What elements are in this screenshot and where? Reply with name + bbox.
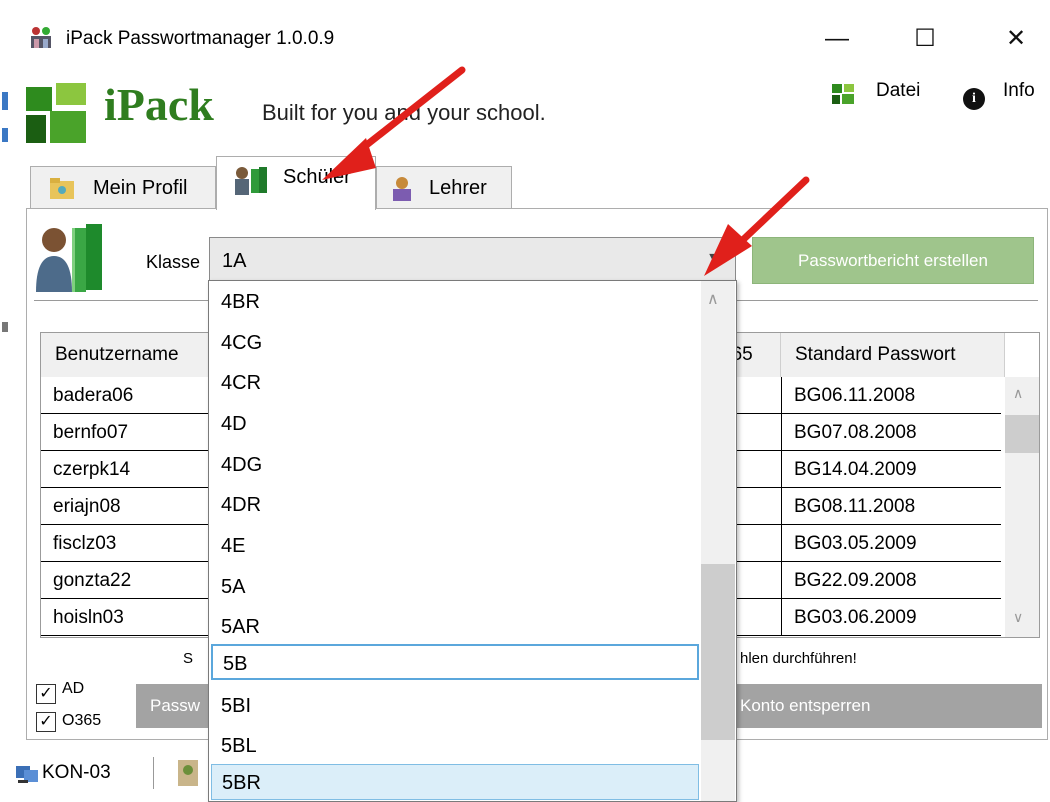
klasse-option[interactable]: 4E bbox=[211, 528, 699, 564]
hint-text-start: S bbox=[183, 650, 194, 667]
menu-datei[interactable]: Datei bbox=[876, 80, 920, 102]
cell-standard-passwort: BG06.11.2008 bbox=[781, 377, 1001, 414]
close-button[interactable]: ✕ bbox=[996, 22, 1036, 56]
ipack-logo-icon bbox=[26, 83, 86, 143]
hint-text-end: hlen durchführen! bbox=[740, 650, 857, 667]
klasse-option-hovered[interactable]: 5BR bbox=[211, 764, 699, 800]
profile-folder-icon bbox=[49, 175, 75, 201]
tab-label: Lehrer bbox=[429, 177, 487, 199]
klasse-option[interactable]: 4CG bbox=[211, 325, 699, 361]
column-header-username[interactable]: Benutzername bbox=[41, 333, 211, 377]
konto-entsperren-button[interactable]: Konto entsperren bbox=[726, 684, 1042, 728]
klasse-selected-value: 1A bbox=[222, 250, 247, 272]
klasse-option[interactable]: 5AR bbox=[211, 609, 699, 645]
passwortbericht-button[interactable]: Passwortbericht erstellen bbox=[752, 237, 1034, 284]
window-title: iPack Passwortmanager 1.0.0.9 bbox=[66, 28, 335, 49]
student-books-icon bbox=[34, 222, 108, 296]
cell-standard-passwort: BG03.06.2009 bbox=[781, 599, 1001, 636]
klasse-option[interactable]: 4BR bbox=[211, 284, 699, 320]
tab-label: Mein Profil bbox=[93, 177, 188, 199]
klasse-dropdown-list[interactable]: 4BR 4CG 4CR 4D 4DG 4DR 4E 5A 5AR 5B 5BI … bbox=[208, 280, 737, 802]
teacher-icon bbox=[389, 175, 415, 201]
status-separator bbox=[153, 757, 154, 789]
checkbox-ad[interactable]: ✓ bbox=[36, 684, 56, 704]
tab-label: Schüler bbox=[283, 166, 351, 188]
column-header-standard-passwort[interactable]: Standard Passwort bbox=[781, 333, 1005, 377]
table-scrollbar[interactable]: ∧ ∨ bbox=[1005, 377, 1039, 637]
students-icon bbox=[233, 165, 267, 195]
klasse-option[interactable]: 4DG bbox=[211, 447, 699, 483]
cell-standard-passwort: BG07.08.2008 bbox=[781, 414, 1001, 451]
scroll-up-icon[interactable]: ∧ bbox=[707, 289, 719, 309]
app-icon bbox=[28, 25, 54, 51]
left-edge-mark bbox=[2, 128, 8, 142]
tab-mein-profil[interactable]: Mein Profil bbox=[30, 166, 216, 209]
left-edge-mark bbox=[2, 92, 8, 110]
left-edge-mark bbox=[2, 322, 8, 332]
tagline: Built for you and your school. bbox=[262, 100, 546, 125]
cell-standard-passwort: BG22.09.2008 bbox=[781, 562, 1001, 599]
brand-name: iPack bbox=[104, 79, 214, 130]
checkbox-o365[interactable]: ✓ bbox=[36, 712, 56, 732]
klasse-option[interactable]: 5BI bbox=[211, 688, 699, 724]
status-hostname: KON-03 bbox=[42, 762, 111, 783]
chevron-down-icon[interactable]: ▼ bbox=[706, 250, 722, 268]
checkbox-o365-label: O365 bbox=[62, 712, 102, 729]
klasse-option[interactable]: 4DR bbox=[211, 487, 699, 523]
klasse-combobox[interactable] bbox=[209, 237, 736, 283]
klasse-label: Klasse bbox=[146, 252, 201, 272]
klasse-option[interactable]: 4CR bbox=[211, 365, 699, 401]
user-status-icon bbox=[176, 758, 200, 788]
menu-info[interactable]: Info bbox=[1003, 80, 1035, 102]
left-edge bbox=[0, 0, 10, 796]
maximize-button[interactable]: ☐ bbox=[905, 22, 945, 56]
cell-standard-passwort: BG08.11.2008 bbox=[781, 488, 1001, 525]
cell-standard-passwort: BG03.05.2009 bbox=[781, 525, 1001, 562]
klasse-option[interactable]: 4D bbox=[211, 406, 699, 442]
network-computer-icon bbox=[14, 760, 40, 786]
scroll-down-icon[interactable]: ∨ bbox=[1013, 609, 1023, 626]
tab-lehrer[interactable]: Lehrer bbox=[376, 166, 512, 209]
scroll-up-icon[interactable]: ∧ bbox=[1013, 385, 1023, 402]
tab-schueler[interactable]: Schüler bbox=[216, 156, 376, 210]
klasse-option-focused[interactable]: 5B bbox=[211, 644, 699, 680]
checkbox-ad-label: AD bbox=[62, 680, 85, 697]
minimize-button[interactable]: — bbox=[817, 22, 857, 56]
cell-standard-passwort: BG14.04.2009 bbox=[781, 451, 1001, 488]
scroll-thumb[interactable] bbox=[1005, 415, 1039, 453]
klasse-option[interactable]: 5A bbox=[211, 569, 699, 605]
info-icon: i bbox=[963, 88, 985, 110]
dropdown-scroll-thumb[interactable] bbox=[701, 564, 735, 740]
datei-menu-icon bbox=[832, 84, 854, 104]
klasse-option[interactable]: 5BL bbox=[211, 728, 699, 764]
